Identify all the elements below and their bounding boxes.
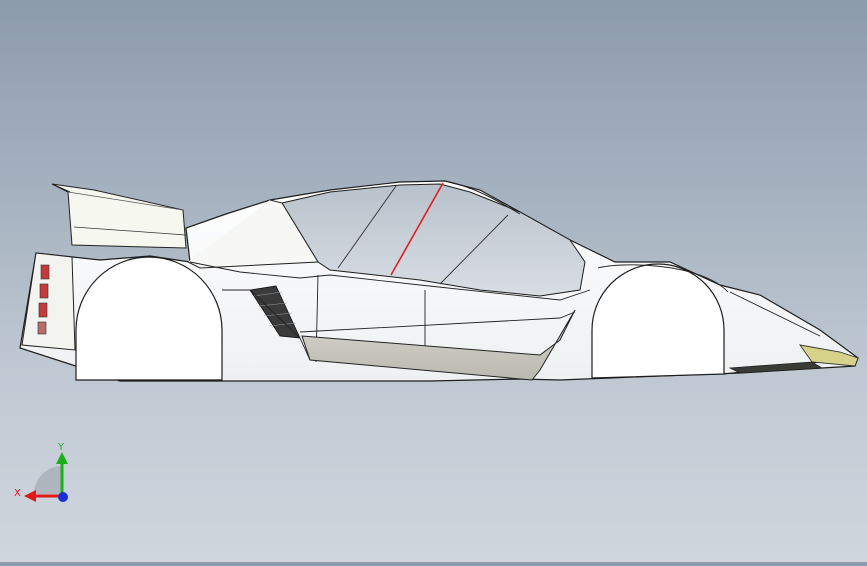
z-axis-dot xyxy=(58,492,68,502)
tail-lamp xyxy=(39,283,49,299)
rear-wing xyxy=(51,183,187,249)
triad-quadrant xyxy=(34,466,62,494)
y-axis-arrowhead xyxy=(56,452,68,464)
tail-lamp xyxy=(40,264,50,280)
y-axis-label: Y xyxy=(57,442,65,453)
car-model[interactable] xyxy=(0,0,867,562)
orientation-triad: Y X xyxy=(12,440,82,510)
rear-panel xyxy=(21,252,76,351)
tail-lamp xyxy=(38,302,48,318)
tail-lamp xyxy=(37,321,47,335)
x-axis-arrowhead xyxy=(24,490,36,502)
graphics-viewport[interactable] xyxy=(0,0,867,562)
x-axis-label: X xyxy=(14,488,21,499)
